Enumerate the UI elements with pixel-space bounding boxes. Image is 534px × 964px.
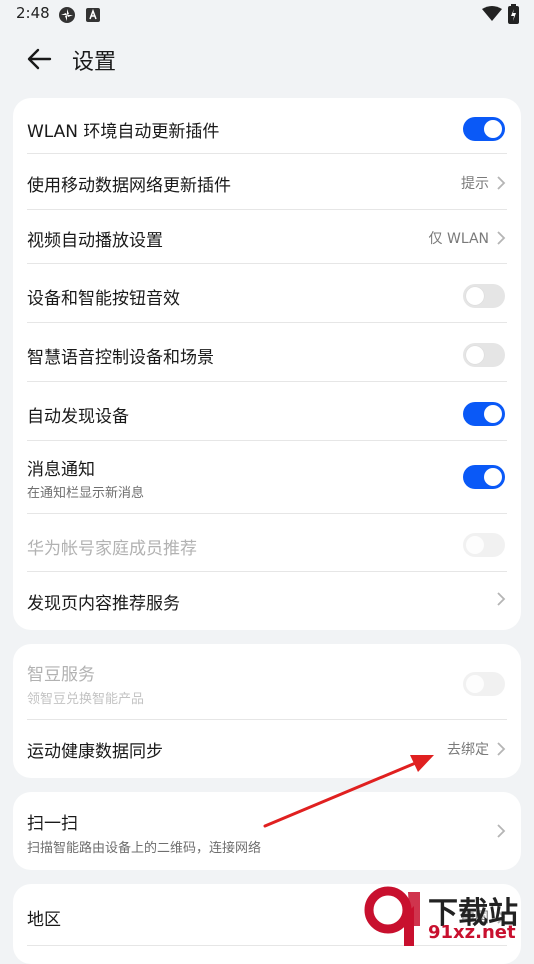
app-notification-icon: [59, 7, 75, 23]
row-video-autoplay[interactable]: 视频自动播放设置 仅 WLAN: [13, 210, 521, 264]
page-title: 设置: [72, 50, 117, 75]
row-subtitle: 在通知栏显示新消息: [27, 486, 145, 501]
status-bar: 2:48: [0, 0, 534, 28]
row-subtitle: 扫描智能路由设备上的二维码，连接网络: [27, 841, 262, 856]
row-label: 华为帐号家庭成员推荐: [27, 539, 197, 559]
chevron-right-icon: [497, 824, 506, 838]
row-label: 使用移动数据网络更新插件: [27, 176, 231, 196]
voice-control-toggle[interactable]: [463, 343, 505, 367]
row-content-recommend[interactable]: 发现页内容推荐服务: [13, 572, 521, 630]
row-label: 扫一扫: [27, 814, 78, 834]
button-sound-toggle[interactable]: [463, 284, 505, 308]
row-voice-control[interactable]: 智慧语音控制设备和场景: [13, 323, 521, 382]
app-bar: 设置: [0, 36, 534, 82]
row-label: 自动发现设备: [27, 407, 129, 427]
row-zhidou-service: 智豆服务 领智豆兑换智能产品: [13, 644, 521, 720]
row-label: 运动健康数据同步: [27, 742, 163, 762]
status-time: 2:48: [16, 4, 50, 22]
wlan-auto-update-toggle[interactable]: [463, 117, 505, 141]
row-label: WLAN 环境自动更新插件: [27, 122, 220, 142]
row-label: 发现页内容推荐服务: [27, 594, 180, 614]
font-notification-icon: [86, 8, 100, 22]
row-label: 消息通知: [27, 460, 95, 480]
back-arrow-icon[interactable]: [22, 42, 56, 76]
chevron-right-icon: [497, 231, 506, 245]
watermark-badge-icon: [364, 886, 420, 946]
row-notifications[interactable]: 消息通知 在通知栏显示新消息: [13, 441, 521, 514]
row-label: 设备和智能按钮音效: [27, 289, 180, 309]
row-button-sound[interactable]: 设备和智能按钮音效: [13, 264, 521, 323]
battery-icon: [508, 4, 519, 24]
row-value: 去绑定: [447, 742, 489, 758]
watermark-url: 91xz.net: [428, 922, 516, 943]
row-value: 提示: [461, 176, 489, 192]
row-label: 地区: [27, 910, 61, 930]
chevron-right-icon: [497, 742, 506, 756]
row-family-recommend: 华为帐号家庭成员推荐: [13, 514, 521, 572]
family-recommend-toggle: [463, 533, 505, 557]
general-settings-card: WLAN 环境自动更新插件 使用移动数据网络更新插件 提示 视频自动播放设置 仅…: [13, 98, 521, 630]
row-scan[interactable]: 扫一扫 扫描智能路由设备上的二维码，连接网络: [13, 792, 521, 870]
auto-discover-toggle[interactable]: [463, 402, 505, 426]
row-label: 智慧语音控制设备和场景: [27, 348, 214, 368]
notifications-toggle[interactable]: [463, 465, 505, 489]
row-mobile-data-update[interactable]: 使用移动数据网络更新插件 提示: [13, 154, 521, 210]
wifi-icon: [482, 6, 502, 21]
row-subtitle: 领智豆兑换智能产品: [27, 692, 145, 707]
row-label: 视频自动播放设置: [27, 231, 163, 251]
zhidou-service-toggle: [463, 672, 505, 696]
row-wlan-auto-update[interactable]: WLAN 环境自动更新插件: [13, 98, 521, 154]
row-label: 智豆服务: [27, 665, 95, 685]
chevron-right-icon: [497, 176, 506, 190]
watermark-logo: 下载站 91xz.net: [360, 882, 534, 950]
chevron-right-icon: [497, 592, 506, 606]
row-value: 仅 WLAN: [428, 231, 489, 247]
services-card: 智豆服务 领智豆兑换智能产品 运动健康数据同步 去绑定: [13, 644, 521, 778]
row-health-sync[interactable]: 运动健康数据同步 去绑定: [13, 720, 521, 778]
scan-card: 扫一扫 扫描智能路由设备上的二维码，连接网络: [13, 792, 521, 870]
row-auto-discover[interactable]: 自动发现设备: [13, 382, 521, 441]
